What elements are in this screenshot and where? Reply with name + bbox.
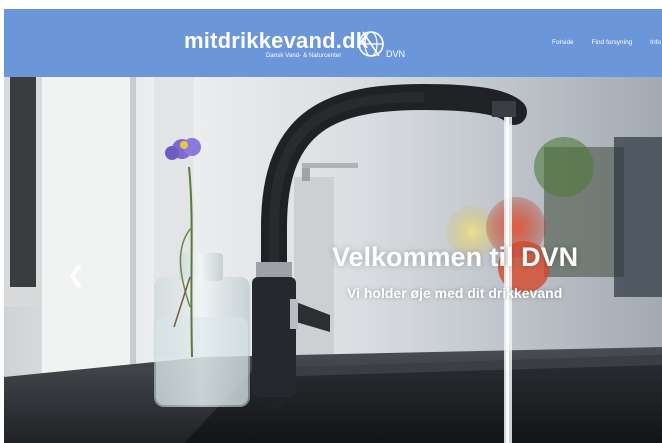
logo-wordmark: mitdrikkevand.dk [184,28,369,53]
compass-globe-icon [358,31,384,57]
site-logo[interactable]: mitdrikkevand.dk Dansk Vand- & Naturcent… [184,29,424,69]
nav-item-info[interactable]: Info [650,39,661,46]
browser-viewport: mitdrikkevand.dk Dansk Vand- & Naturcent… [4,9,662,443]
nav-item-forside[interactable]: Forside [552,39,574,46]
chevron-left-icon[interactable]: ❮ [66,263,86,287]
main-nav: Forside Find forsyning Info [552,39,662,46]
hero-subtitle: Vi holder øje med dit drikkevand [347,285,563,301]
carousel-indicators [453,437,477,443]
logo-badge: DVN [386,49,406,59]
logo-subtitle: Dansk Vand- & Naturcenter [266,53,342,59]
site-header: mitdrikkevand.dk Dansk Vand- & Naturcent… [4,9,662,77]
hero-title: Velkommen til DVN [332,242,579,272]
nav-item-find-forsyning[interactable]: Find forsyning [592,39,633,46]
hero-carousel: ❮ Velkommen til DVN Vi holder øje med di… [4,77,662,443]
